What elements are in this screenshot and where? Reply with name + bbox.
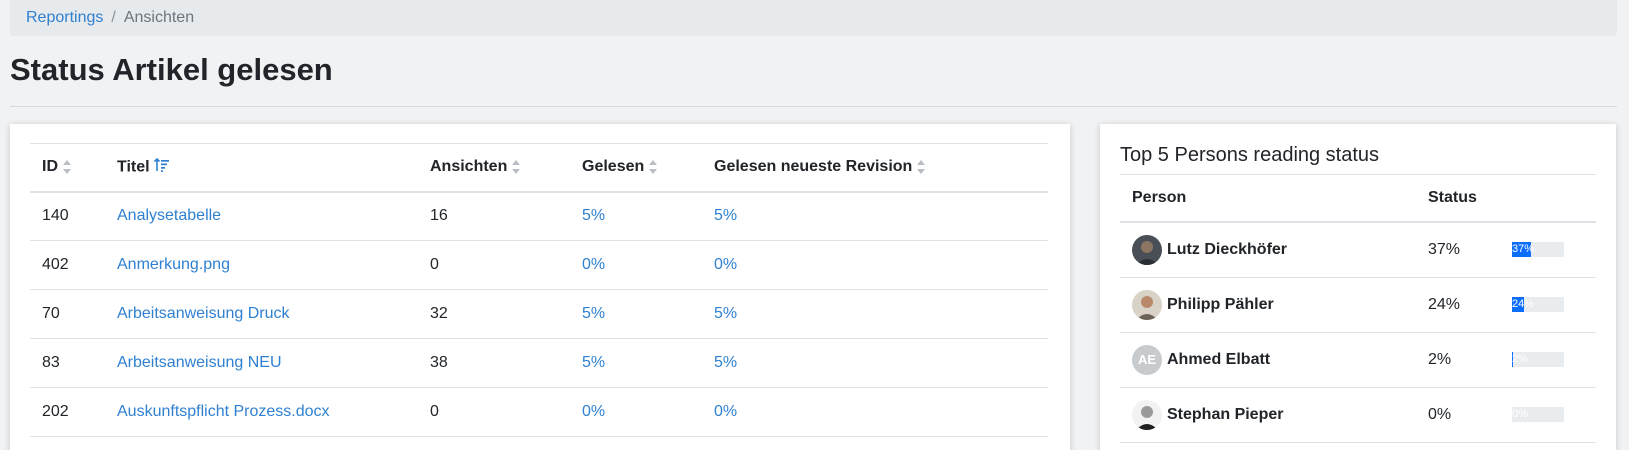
avatar — [1132, 289, 1162, 320]
progress-bar: 2% — [1512, 352, 1564, 367]
table-header-row: Person Status — [1120, 175, 1596, 222]
table-row: Philipp Pähler 24% 24% — [1120, 277, 1596, 332]
table-row: AE Ahmed Elbatt 2% 2% — [1120, 332, 1596, 387]
person-status: 2% — [1428, 350, 1452, 368]
article-title-link[interactable]: Anmerkung.png — [117, 256, 230, 273]
page-title: Status Artikel gelesen — [10, 52, 333, 87]
read-percent-link[interactable]: 0% — [582, 403, 605, 420]
table-row: 70 Arbeitsanweisung Druck 32 5% 5% — [30, 290, 1048, 339]
breadcrumb: Reportings / Ansichten — [10, 0, 1617, 36]
breadcrumb-reportings-link[interactable]: Reportings — [26, 9, 103, 27]
column-header-label: Gelesen — [582, 158, 645, 176]
sort-icon — [512, 160, 521, 175]
person-status: 24% — [1428, 295, 1461, 313]
breadcrumb-current: Ansichten — [123, 9, 195, 26]
sort-icon — [63, 160, 72, 175]
table-header-row: ID Titel Ansichten Gelesen Gelesen neues… — [30, 143, 1048, 192]
article-title-link[interactable]: Arbeitsanweisung Druck — [117, 305, 290, 322]
progress-bar: 37% — [1512, 242, 1564, 258]
sort-ascending-icon — [153, 157, 170, 177]
read-latest-percent-link[interactable]: 0% — [714, 403, 737, 420]
top-persons-table: Person Status Lutz Dieckhöfer 37% 37% Ph… — [1120, 175, 1596, 443]
title-divider — [10, 106, 1617, 107]
cell-views: 0 — [430, 256, 439, 273]
progress-bar: 24% — [1512, 297, 1564, 312]
column-header-label: ID — [42, 158, 58, 176]
column-header-label: Gelesen neueste Revision — [714, 158, 913, 176]
read-percent-link[interactable]: 5% — [582, 354, 605, 371]
person-name: Lutz Dieckhöfer — [1167, 240, 1288, 258]
top-persons-card: Top 5 Persons reading status Person Stat… — [1100, 124, 1616, 450]
person-cell: Philipp Pähler — [1132, 289, 1404, 320]
article-title-link[interactable]: Auskunftspflicht Prozess.docx — [117, 403, 330, 420]
progress-label: 24% — [1512, 298, 1535, 310]
read-latest-percent-link[interactable]: 0% — [714, 256, 737, 273]
column-header-ansichten[interactable]: Ansichten — [418, 144, 570, 192]
read-latest-percent-link[interactable]: 5% — [714, 207, 737, 224]
top-persons-title: Top 5 Persons reading status — [1120, 144, 1380, 166]
cell-views: 38 — [430, 354, 448, 371]
column-header-label: Titel — [117, 158, 150, 176]
cell-id: 83 — [42, 354, 60, 371]
person-name: Ahmed Elbatt — [1167, 350, 1271, 368]
column-header-status: Status — [1428, 189, 1477, 206]
column-header-gelesen[interactable]: Gelesen — [570, 144, 702, 192]
articles-table: ID Titel Ansichten Gelesen Gelesen neues… — [30, 143, 1048, 437]
read-latest-percent-link[interactable]: 5% — [714, 305, 737, 322]
table-row: Lutz Dieckhöfer 37% 37% — [1120, 222, 1596, 277]
read-percent-link[interactable]: 5% — [582, 305, 605, 322]
cell-views: 16 — [430, 207, 448, 225]
progress-label: 0% — [1512, 408, 1528, 420]
progress-label: 37% — [1512, 243, 1535, 256]
avatar — [1132, 399, 1162, 430]
person-cell: Lutz Dieckhöfer — [1132, 234, 1404, 265]
cell-views: 0 — [430, 403, 439, 420]
articles-card: ID Titel Ansichten Gelesen Gelesen neues… — [10, 124, 1070, 450]
column-header-id[interactable]: ID — [30, 144, 105, 192]
table-row: 140 Analysetabelle 16 5% 5% — [30, 192, 1048, 241]
sort-icon — [649, 160, 658, 175]
table-row: Stephan Pieper 0% 0% — [1120, 387, 1596, 442]
table-row: 402 Anmerkung.png 0 0% 0% — [30, 241, 1048, 290]
sort-icon — [917, 160, 926, 175]
person-name: Philipp Pähler — [1167, 295, 1274, 313]
read-percent-link[interactable]: 5% — [582, 207, 605, 224]
article-title-link[interactable]: Arbeitsanweisung NEU — [117, 354, 282, 371]
cell-id: 402 — [42, 256, 69, 273]
table-row: 202 Auskunftspflicht Prozess.docx 0 0% 0… — [30, 388, 1048, 437]
column-header-titel[interactable]: Titel — [105, 144, 418, 192]
person-name: Stephan Pieper — [1167, 405, 1284, 423]
column-header-progress — [1500, 175, 1596, 222]
table-row: 83 Arbeitsanweisung NEU 38 5% 5% — [30, 339, 1048, 388]
article-title-link[interactable]: Analysetabelle — [117, 207, 221, 224]
person-status: 37% — [1428, 240, 1461, 258]
progress-label: 2% — [1512, 353, 1528, 365]
read-latest-percent-link[interactable]: 5% — [714, 354, 737, 371]
cell-views: 32 — [430, 305, 448, 322]
avatar — [1132, 234, 1162, 265]
cell-id: 140 — [42, 207, 69, 225]
person-cell: Stephan Pieper — [1132, 399, 1404, 430]
breadcrumb-separator: / — [111, 9, 116, 26]
person-cell: AE Ahmed Elbatt — [1132, 344, 1404, 375]
column-header-gelesen-neueste-revision[interactable]: Gelesen neueste Revision — [702, 144, 1048, 192]
cell-id: 70 — [42, 305, 60, 322]
column-header-label: Ansichten — [430, 158, 508, 176]
read-percent-link[interactable]: 0% — [582, 256, 605, 273]
column-header-person: Person — [1132, 189, 1187, 206]
cell-id: 202 — [42, 403, 69, 420]
avatar: AE — [1132, 344, 1162, 375]
person-status: 0% — [1428, 405, 1452, 423]
progress-bar: 0% — [1512, 407, 1564, 422]
